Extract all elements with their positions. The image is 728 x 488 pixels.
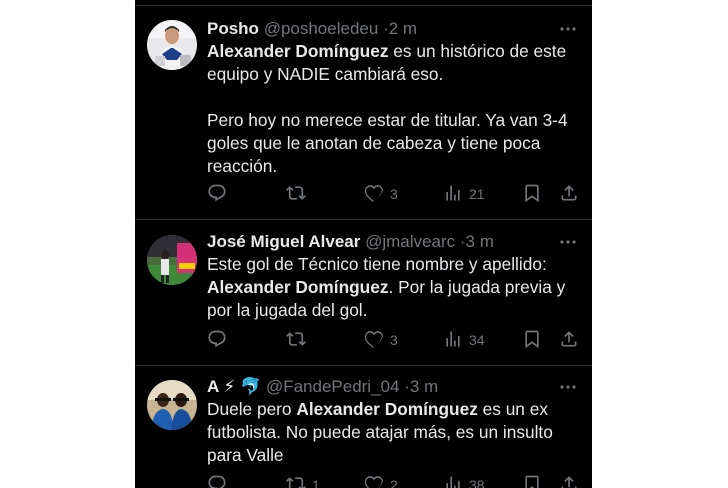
tweet-text-line: para Valle xyxy=(207,445,284,465)
tweet-text-line: Duele pero Alexander Domínguez es un ex xyxy=(207,399,548,419)
bookmark-icon xyxy=(522,183,542,206)
bookmark-button[interactable] xyxy=(522,182,542,206)
tweet-text-line: futbolista. No puede atajar más, es un i… xyxy=(207,422,553,442)
reply-icon xyxy=(207,474,227,488)
like-button[interactable]: 3 xyxy=(364,182,398,206)
retweet-button[interactable] xyxy=(286,182,312,206)
retweet-count: 1 xyxy=(312,477,320,488)
tweet-text-line: reacción. xyxy=(207,156,278,176)
views-button[interactable]: 21 xyxy=(443,182,485,206)
like-icon xyxy=(364,474,384,488)
timeline-feed: Posho @poshoeledeu ·2 m Alexander Domíng… xyxy=(135,0,592,488)
author-name[interactable]: Posho xyxy=(207,19,259,38)
author-handle[interactable]: @jmalvearc xyxy=(365,232,455,251)
bold-text: Alexander Domínguez xyxy=(207,277,389,297)
share-button[interactable] xyxy=(559,473,579,488)
bookmark-icon xyxy=(522,474,542,488)
tweet-text-line: Pero hoy no merece estar de titular. Ya … xyxy=(207,110,568,130)
bookmark-button[interactable] xyxy=(522,328,542,352)
views-icon xyxy=(443,329,463,352)
author-name[interactable]: A ⚡ 🐬 xyxy=(207,377,261,396)
author-handle[interactable]: @FandePedri_04 xyxy=(266,377,400,396)
reply-icon xyxy=(207,329,227,352)
tweet-actions: 3 21 xyxy=(207,182,579,206)
tweet-text-line: goles que le anotan de cabeza y tiene po… xyxy=(207,133,541,153)
more-icon[interactable] xyxy=(558,19,578,39)
like-icon xyxy=(364,329,384,352)
tweet-text-line: Alexander Domínguez es un histórico de e… xyxy=(207,41,567,61)
reply-icon xyxy=(207,183,227,206)
reply-button[interactable] xyxy=(207,473,233,488)
retweet-icon xyxy=(286,474,306,488)
share-button[interactable] xyxy=(559,328,579,352)
reply-button[interactable] xyxy=(207,182,233,206)
retweet-button[interactable] xyxy=(286,328,312,352)
retweet-icon xyxy=(286,183,306,206)
tweet-text-line: Este gol de Técnico tiene nombre y apell… xyxy=(207,254,547,274)
share-icon xyxy=(559,474,579,488)
views-count: 38 xyxy=(469,477,485,488)
tweet-actions: 3 34 xyxy=(207,328,579,352)
tweet-3[interactable]: A ⚡ 🐬 @FandePedri_04 ·3 m Duele pero Ale… xyxy=(135,366,592,488)
more-icon[interactable] xyxy=(558,377,578,397)
views-button[interactable]: 38 xyxy=(443,473,485,488)
timestamp[interactable]: 3 m xyxy=(466,232,494,251)
views-icon xyxy=(443,183,463,206)
bold-text: Alexander Domínguez xyxy=(207,41,389,61)
retweet-button[interactable]: 1 xyxy=(286,473,320,488)
bookmark-button[interactable] xyxy=(522,473,542,488)
tweet-1[interactable]: Posho @poshoeledeu ·2 m Alexander Domíng… xyxy=(135,0,592,219)
views-count: 34 xyxy=(469,332,485,348)
views-icon xyxy=(443,474,463,488)
tweet-actions: 1 2 38 xyxy=(207,473,579,488)
like-button[interactable]: 2 xyxy=(364,473,398,488)
timestamp[interactable]: 2 m xyxy=(389,19,417,38)
views-button[interactable]: 34 xyxy=(443,328,485,352)
tweet-text: Este gol de Técnico tiene nombre y apell… xyxy=(207,253,574,322)
retweet-icon xyxy=(286,329,306,352)
tweet-text: Duele pero Alexander Domínguez es un ex f… xyxy=(207,398,574,467)
like-count: 3 xyxy=(390,186,398,202)
reply-button[interactable] xyxy=(207,328,233,352)
share-button[interactable] xyxy=(559,182,579,206)
avatar-posho[interactable] xyxy=(147,20,197,70)
timestamp[interactable]: 3 m xyxy=(410,377,438,396)
avatar-fandepedri[interactable] xyxy=(147,380,197,430)
like-count: 2 xyxy=(390,477,398,488)
author-name[interactable]: José Miguel Alvear xyxy=(207,232,360,251)
tweet-text: Alexander Domínguez es un histórico de e… xyxy=(207,40,574,178)
bookmark-icon xyxy=(522,329,542,352)
more-icon[interactable] xyxy=(558,232,578,252)
like-count: 3 xyxy=(390,332,398,348)
author-handle[interactable]: @poshoeledeu xyxy=(264,19,379,38)
views-count: 21 xyxy=(469,186,485,202)
like-button[interactable]: 3 xyxy=(364,328,398,352)
tweet-text-line: equipo y NADIE cambiará eso. xyxy=(207,64,444,84)
tweet-text-line: por la jugada del gol. xyxy=(207,300,368,320)
tweet-2[interactable]: José Miguel Alvear @jmalvearc ·3 m Este … xyxy=(135,220,592,365)
share-icon xyxy=(559,183,579,206)
share-icon xyxy=(559,329,579,352)
like-icon xyxy=(364,183,384,206)
bold-text: Alexander Domínguez xyxy=(296,399,478,419)
tweet-text-line: Alexander Domínguez. Por la jugada previ… xyxy=(207,277,566,297)
avatar-jose-miguel[interactable] xyxy=(147,235,197,285)
